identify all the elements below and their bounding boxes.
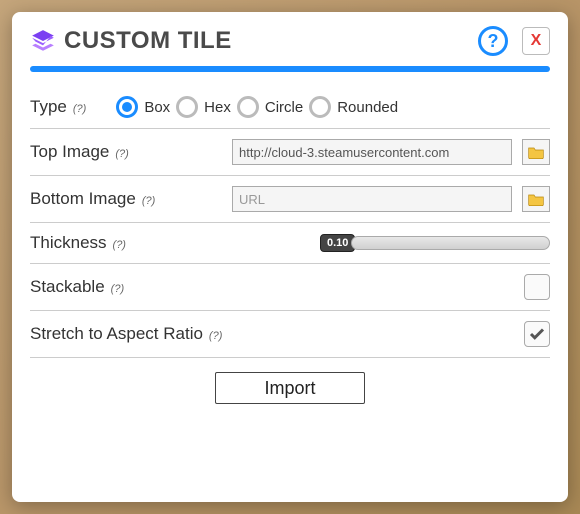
radio-icon [176, 96, 198, 118]
thickness-track[interactable] [351, 236, 550, 250]
bottom-image-label-text: Bottom Image [30, 189, 136, 209]
type-option-box-label: Box [144, 99, 170, 116]
help-icon: ? [488, 31, 499, 52]
radio-icon [309, 96, 331, 118]
stretch-hint[interactable]: (?) [209, 330, 222, 342]
bottom-image-hint[interactable]: (?) [142, 195, 155, 207]
stretch-row: Stretch to Aspect Ratio (?) [30, 311, 550, 358]
check-icon [528, 325, 546, 343]
bottom-image-row: Bottom Image (?) [30, 176, 550, 223]
top-image-hint[interactable]: (?) [115, 148, 128, 160]
custom-tile-window: CUSTOM TILE ? X Type (?) Box Hex Circle [12, 12, 568, 502]
folder-icon [528, 192, 544, 206]
layers-icon [30, 28, 56, 54]
thickness-label: Thickness (?) [30, 233, 126, 253]
thickness-hint[interactable]: (?) [113, 239, 126, 251]
stackable-checkbox[interactable] [524, 274, 550, 300]
stackable-label-text: Stackable [30, 277, 105, 297]
top-image-controls [232, 139, 550, 165]
top-image-row: Top Image (?) [30, 129, 550, 176]
type-option-rounded-label: Rounded [337, 99, 398, 116]
thickness-row: Thickness (?) 0.10 [30, 223, 550, 264]
close-button[interactable]: X [522, 27, 550, 55]
top-image-label: Top Image (?) [30, 142, 129, 162]
type-row: Type (?) Box Hex Circle Rounded [30, 86, 550, 129]
radio-icon [237, 96, 259, 118]
top-image-input[interactable] [232, 139, 512, 165]
close-icon: X [531, 32, 542, 50]
type-option-rounded[interactable]: Rounded [309, 96, 398, 118]
type-radio-group: Box Hex Circle Rounded [116, 96, 550, 118]
import-row: Import [30, 358, 550, 404]
header-divider [30, 66, 550, 72]
thickness-slider[interactable]: 0.10 [320, 234, 550, 252]
bottom-image-label: Bottom Image (?) [30, 189, 155, 209]
stackable-controls [524, 274, 550, 300]
stackable-hint[interactable]: (?) [111, 283, 124, 295]
type-option-hex-label: Hex [204, 99, 231, 116]
stretch-controls [524, 321, 550, 347]
window-title: CUSTOM TILE [64, 27, 470, 55]
import-button[interactable]: Import [215, 372, 365, 404]
stretch-label-text: Stretch to Aspect Ratio [30, 324, 203, 344]
help-button[interactable]: ? [478, 26, 508, 56]
stackable-row: Stackable (?) [30, 264, 550, 311]
bottom-image-browse-button[interactable] [522, 186, 550, 212]
stackable-label: Stackable (?) [30, 277, 124, 297]
stretch-checkbox[interactable] [524, 321, 550, 347]
top-image-browse-button[interactable] [522, 139, 550, 165]
type-hint[interactable]: (?) [73, 103, 86, 115]
stretch-label: Stretch to Aspect Ratio (?) [30, 324, 222, 344]
type-option-box[interactable]: Box [116, 96, 170, 118]
type-option-hex[interactable]: Hex [176, 96, 231, 118]
type-label-text: Type [30, 97, 67, 117]
radio-icon [116, 96, 138, 118]
folder-icon [528, 145, 544, 159]
thickness-label-text: Thickness [30, 233, 107, 253]
thickness-value-badge: 0.10 [320, 234, 355, 252]
titlebar: CUSTOM TILE ? X [30, 26, 550, 56]
bottom-image-controls [232, 186, 550, 212]
type-option-circle[interactable]: Circle [237, 96, 303, 118]
top-image-label-text: Top Image [30, 142, 109, 162]
thickness-controls: 0.10 [320, 234, 550, 252]
bottom-image-input[interactable] [232, 186, 512, 212]
type-label: Type (?) [30, 97, 86, 117]
type-option-circle-label: Circle [265, 99, 303, 116]
